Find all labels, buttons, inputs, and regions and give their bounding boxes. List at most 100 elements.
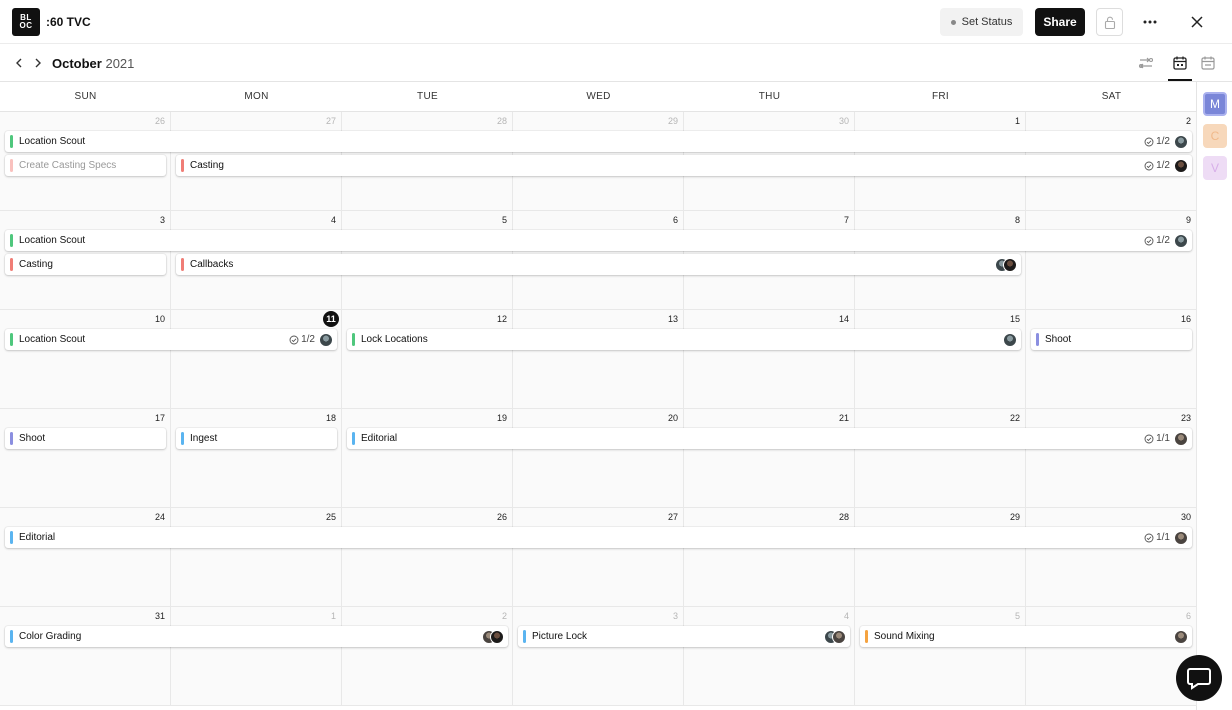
- avatar[interactable]: [1174, 158, 1188, 173]
- day-cell[interactable]: 20: [513, 409, 684, 508]
- day-cell[interactable]: 18: [171, 409, 342, 508]
- event-label: Picture Lock: [532, 631, 588, 642]
- timeline-view-button[interactable]: [1136, 53, 1156, 73]
- project-title[interactable]: :60 TVC: [46, 15, 91, 29]
- chat-support-button[interactable]: [1176, 655, 1222, 701]
- month-view-button[interactable]: [1170, 53, 1190, 73]
- day-cell[interactable]: 9: [1026, 211, 1197, 310]
- day-cell[interactable]: 12: [342, 310, 513, 409]
- calendar-event[interactable]: Picture Lock: [518, 626, 850, 647]
- day-cell[interactable]: 22: [855, 409, 1026, 508]
- day-cell[interactable]: 25: [171, 508, 342, 607]
- calendar-event[interactable]: Casting: [5, 254, 166, 275]
- calendar-event[interactable]: Location Scout 1/2: [5, 329, 337, 350]
- day-cell[interactable]: 10: [0, 310, 171, 409]
- weekday-header: SUN: [74, 91, 97, 102]
- day-cell[interactable]: 1: [171, 607, 342, 706]
- day-number: 26: [154, 116, 165, 126]
- event-meta: 1/2: [1144, 134, 1188, 149]
- avatar[interactable]: [1174, 629, 1188, 644]
- day-cell[interactable]: 30: [1026, 508, 1197, 607]
- event-color-bar: [10, 630, 13, 643]
- calendar-event[interactable]: Editorial 1/1: [347, 428, 1192, 449]
- day-cell[interactable]: 28: [684, 508, 855, 607]
- assignee-avatars: [319, 332, 333, 347]
- avatar[interactable]: [490, 629, 504, 644]
- assignee-avatars: [824, 629, 846, 644]
- lock-button[interactable]: [1096, 8, 1123, 36]
- calendar-event[interactable]: Sound Mixing: [860, 626, 1192, 647]
- day-cell[interactable]: 31: [0, 607, 171, 706]
- calendar-event[interactable]: Editorial 1/1: [5, 527, 1192, 548]
- event-color-bar: [181, 432, 184, 445]
- event-color-bar: [523, 630, 526, 643]
- day-cell[interactable]: 4: [684, 607, 855, 706]
- calendar-event[interactable]: Shoot: [1031, 329, 1192, 350]
- day-cell[interactable]: 15: [855, 310, 1026, 409]
- member-avatar[interactable]: V: [1203, 156, 1227, 180]
- day-cell[interactable]: 21: [684, 409, 855, 508]
- month-year-label: October 2021: [52, 56, 134, 71]
- avatar[interactable]: [1174, 530, 1188, 545]
- event-meta: [824, 629, 846, 644]
- next-month-button[interactable]: [30, 55, 46, 71]
- day-cell[interactable]: 13: [513, 310, 684, 409]
- app-logo[interactable]: BL OC: [12, 8, 40, 36]
- day-cell[interactable]: 17: [0, 409, 171, 508]
- avatar[interactable]: [1174, 431, 1188, 446]
- avatar[interactable]: [319, 332, 333, 347]
- event-meta: 1/2: [1144, 233, 1188, 248]
- task-progress-text: 1/2: [1156, 235, 1170, 246]
- event-meta: [1174, 629, 1188, 644]
- calendar-event[interactable]: Location Scout 1/2: [5, 230, 1192, 251]
- day-cell[interactable]: 2: [342, 607, 513, 706]
- day-cell[interactable]: 29: [855, 508, 1026, 607]
- avatar[interactable]: [1003, 332, 1017, 347]
- day-number: 1: [330, 611, 336, 621]
- close-button[interactable]: [1185, 10, 1209, 34]
- member-avatar[interactable]: M: [1203, 92, 1227, 116]
- task-progress: 1/2: [1144, 235, 1170, 246]
- day-number: 4: [330, 215, 336, 225]
- day-number: 31: [154, 611, 165, 621]
- calendar-event[interactable]: Create Casting Specs: [5, 155, 166, 176]
- calendar-event[interactable]: Casting 1/2: [176, 155, 1192, 176]
- day-cell[interactable]: 24: [0, 508, 171, 607]
- event-label: Callbacks: [190, 259, 234, 270]
- set-status-button[interactable]: Set Status: [940, 8, 1023, 36]
- calendar-event[interactable]: Color Grading: [5, 626, 508, 647]
- share-button[interactable]: Share: [1035, 8, 1085, 36]
- avatar[interactable]: [1003, 257, 1017, 272]
- active-view-indicator: [1168, 79, 1192, 81]
- calendar-event[interactable]: Shoot: [5, 428, 166, 449]
- avatar[interactable]: [832, 629, 846, 644]
- assignee-avatars: [482, 629, 504, 644]
- day-cell[interactable]: 23: [1026, 409, 1197, 508]
- calendar-event[interactable]: Location Scout 1/2: [5, 131, 1192, 152]
- day-cell[interactable]: 11: [171, 310, 342, 409]
- day-cell[interactable]: 14: [684, 310, 855, 409]
- day-number: 6: [672, 215, 678, 225]
- assignee-avatars: [1174, 134, 1188, 149]
- avatar[interactable]: [1174, 233, 1188, 248]
- day-cell[interactable]: 26: [342, 508, 513, 607]
- status-dot-icon: [950, 19, 956, 25]
- calendar-event[interactable]: Ingest: [176, 428, 337, 449]
- day-cell[interactable]: 3: [513, 607, 684, 706]
- member-avatar[interactable]: C: [1203, 124, 1227, 148]
- week-view-button[interactable]: [1198, 53, 1218, 73]
- day-number: 6: [1185, 611, 1191, 621]
- calendar-event[interactable]: Callbacks: [176, 254, 1021, 275]
- previous-month-button[interactable]: [11, 55, 27, 71]
- more-options-button[interactable]: [1138, 10, 1162, 34]
- calendar-event[interactable]: Lock Locations: [347, 329, 1021, 350]
- event-color-bar: [1036, 333, 1039, 346]
- day-cell[interactable]: 6: [1026, 607, 1197, 706]
- day-number: 13: [667, 314, 678, 324]
- day-cell[interactable]: 16: [1026, 310, 1197, 409]
- avatar[interactable]: [1174, 134, 1188, 149]
- day-number: 27: [325, 116, 336, 126]
- day-cell[interactable]: 27: [513, 508, 684, 607]
- day-cell[interactable]: 19: [342, 409, 513, 508]
- day-cell[interactable]: 5: [855, 607, 1026, 706]
